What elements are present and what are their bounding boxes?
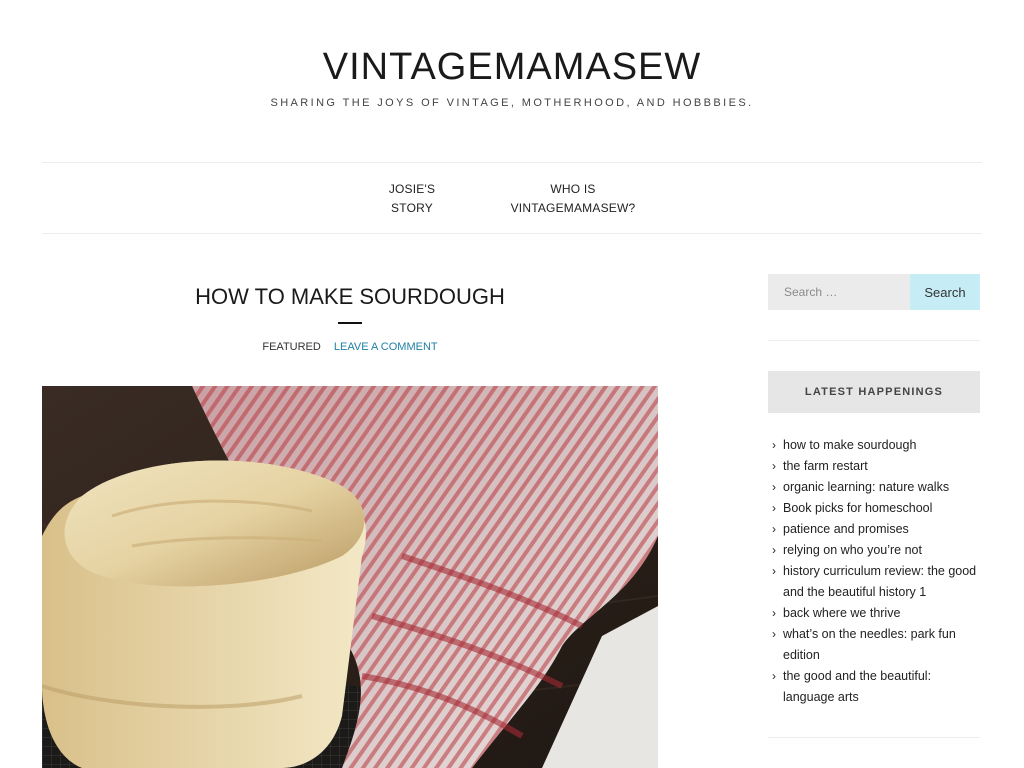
chevron-right-icon: › bbox=[772, 669, 776, 683]
nav-item-josies-story[interactable]: JOSIE'S STORY bbox=[382, 180, 442, 218]
chevron-right-icon: › bbox=[772, 627, 776, 641]
recent-post-title: the good and the beautiful: language art… bbox=[783, 669, 932, 704]
recent-post-title: back where we thrive bbox=[783, 606, 901, 620]
main-navigation: JOSIE'S STORY WHO IS VINTAGEMAMASEW? bbox=[42, 162, 982, 234]
recent-posts-list: › how to make sourdough › the farm restart… bbox=[772, 435, 977, 708]
recent-post-item[interactable]: › the farm restart bbox=[772, 456, 977, 477]
post-meta: FEATURED LEAVE A COMMENT bbox=[42, 341, 658, 353]
recent-post-title: relying on who you’re not bbox=[783, 543, 922, 557]
recent-post-item[interactable]: › relying on who you’re not bbox=[772, 540, 977, 561]
recent-post-item[interactable]: › patience and promises bbox=[772, 519, 977, 540]
chevron-right-icon: › bbox=[772, 606, 776, 620]
search-form: Search bbox=[768, 274, 980, 310]
nav-item-who-is[interactable]: WHO IS VINTAGEMAMASEW? bbox=[508, 180, 638, 218]
chevron-right-icon: › bbox=[772, 501, 776, 515]
recent-post-title: what’s on the needles: park fun edition bbox=[783, 627, 956, 662]
title-divider bbox=[338, 322, 362, 324]
site-title[interactable]: VINTAGEMAMASEW bbox=[0, 46, 1024, 89]
recent-post-item[interactable]: › back where we thrive bbox=[772, 603, 977, 624]
recent-post-item[interactable]: › history curriculum review: the good and… bbox=[772, 561, 977, 603]
chevron-right-icon: › bbox=[772, 564, 776, 578]
widget-title: LATEST HAPPENINGS bbox=[768, 371, 980, 413]
chevron-right-icon: › bbox=[772, 459, 776, 473]
nav-item-line: JOSIE'S bbox=[388, 182, 436, 196]
recent-post-title: patience and promises bbox=[783, 522, 909, 536]
recent-post-item[interactable]: › what’s on the needles: park fun edition bbox=[772, 624, 977, 666]
chevron-right-icon: › bbox=[772, 480, 776, 494]
leave-comment-link[interactable]: LEAVE A COMMENT bbox=[334, 341, 438, 353]
nav-item-line: STORY bbox=[391, 201, 433, 215]
recent-post-item[interactable]: › the good and the beautiful: language ar… bbox=[772, 666, 977, 708]
site-tagline: SHARING THE JOYS OF VINTAGE, MOTHERHOOD,… bbox=[270, 97, 754, 109]
sidebar-divider bbox=[768, 737, 980, 738]
search-input[interactable] bbox=[768, 274, 910, 310]
featured-image[interactable] bbox=[42, 386, 658, 768]
recent-post-item[interactable]: › how to make sourdough bbox=[772, 435, 977, 456]
recent-post-title: how to make sourdough bbox=[783, 438, 917, 452]
chevron-right-icon: › bbox=[772, 543, 776, 557]
chevron-right-icon: › bbox=[772, 438, 776, 452]
post-category[interactable]: FEATURED bbox=[262, 341, 320, 353]
recent-post-title: organic learning: nature walks bbox=[783, 480, 950, 494]
recent-post-title: the farm restart bbox=[783, 459, 868, 473]
chevron-right-icon: › bbox=[772, 522, 776, 536]
recent-post-title: history curriculum review: the good and … bbox=[783, 564, 977, 599]
recent-post-title: Book picks for homeschool bbox=[783, 501, 933, 515]
recent-post-item[interactable]: › organic learning: nature walks bbox=[772, 477, 977, 498]
sourdough-bread-photo bbox=[42, 386, 658, 768]
nav-item-line: VINTAGEMAMASEW? bbox=[510, 201, 636, 215]
post-title[interactable]: HOW TO MAKE SOURDOUGH bbox=[42, 284, 658, 310]
recent-post-item[interactable]: › Book picks for homeschool bbox=[772, 498, 977, 519]
sidebar-divider bbox=[768, 340, 980, 341]
nav-item-line: WHO IS bbox=[550, 182, 596, 196]
search-button[interactable]: Search bbox=[910, 274, 980, 310]
